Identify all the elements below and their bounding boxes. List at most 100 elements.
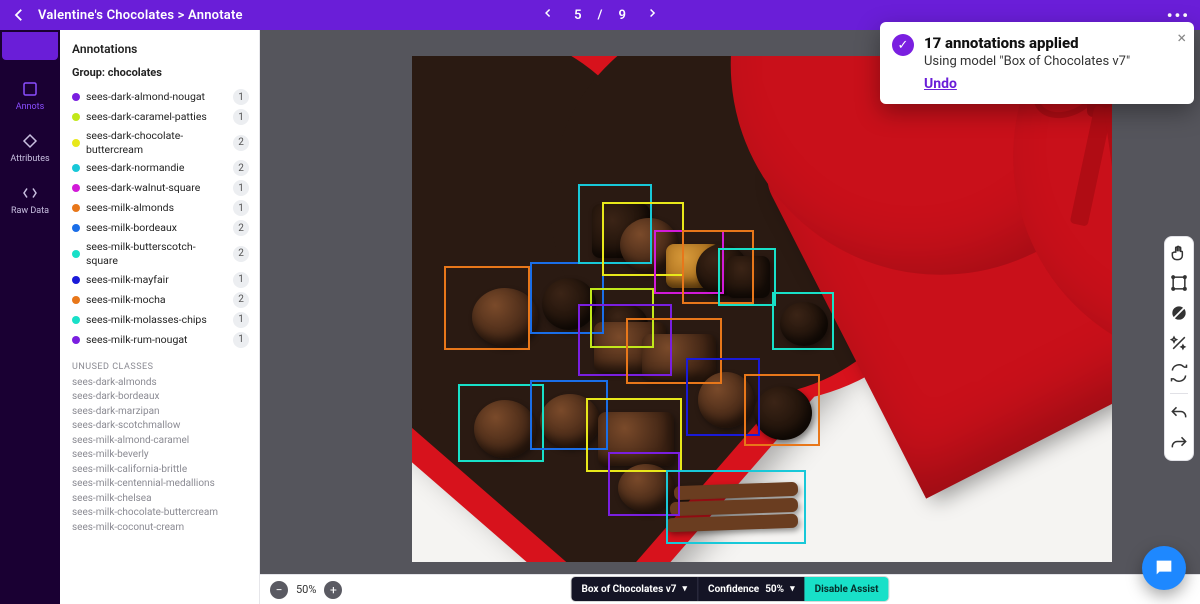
unused-class[interactable]: sees-milk-centennial-medallions bbox=[72, 477, 249, 492]
unused-class[interactable]: sees-milk-beverly bbox=[72, 448, 249, 463]
class-name: sees-milk-molasses-chips bbox=[86, 313, 227, 327]
class-row[interactable]: sees-milk-almonds 1 bbox=[72, 198, 249, 218]
class-row[interactable]: sees-dark-chocolate-buttercream 2 bbox=[72, 127, 249, 158]
sidebar-title: Annotations bbox=[72, 42, 249, 56]
unused-class[interactable]: sees-milk-almond-caramel bbox=[72, 434, 249, 449]
zoom-controls: − 50% + bbox=[270, 581, 342, 599]
class-count: 2 bbox=[233, 292, 249, 308]
chevron-down-icon: ▾ bbox=[683, 584, 688, 594]
rail-item-annots[interactable]: Annots bbox=[0, 70, 60, 122]
class-color-dot bbox=[72, 276, 80, 284]
confidence-value: 50% bbox=[765, 584, 784, 595]
class-row[interactable]: sees-milk-butterscotch-square 2 bbox=[72, 238, 249, 269]
rail-item-attributes[interactable]: Attributes bbox=[0, 122, 60, 174]
unused-class[interactable]: sees-dark-marzipan bbox=[72, 405, 249, 420]
annotation-box[interactable] bbox=[772, 292, 834, 350]
magic-wand-tool[interactable] bbox=[1169, 333, 1189, 353]
bottom-bar: − 50% + Box of Chocolates v7 ▾ Confidenc… bbox=[260, 574, 1200, 604]
class-count: 2 bbox=[233, 135, 249, 151]
polygon-tool[interactable] bbox=[1169, 303, 1189, 323]
class-name: sees-milk-almonds bbox=[86, 201, 227, 215]
app-logo bbox=[2, 32, 58, 60]
toast-undo-link[interactable]: Undo bbox=[924, 76, 957, 92]
class-count: 1 bbox=[233, 200, 249, 216]
unused-class[interactable]: sees-milk-chocolate-buttercream bbox=[72, 506, 249, 521]
model-assist-bar: Box of Chocolates v7 ▾ Confidence 50% ▾ … bbox=[571, 577, 888, 601]
pager-prev[interactable] bbox=[538, 3, 558, 27]
confidence-select[interactable]: Confidence 50% ▾ bbox=[697, 577, 805, 601]
class-color-dot bbox=[72, 93, 80, 101]
assist-label: Disable Assist bbox=[815, 584, 879, 595]
class-name: sees-milk-rum-nougat bbox=[86, 333, 227, 347]
unused-class[interactable]: sees-milk-california-brittle bbox=[72, 463, 249, 478]
confidence-label: Confidence bbox=[708, 584, 759, 595]
rail-label: Attributes bbox=[10, 154, 49, 164]
image-stage[interactable] bbox=[412, 56, 1112, 562]
unused-class[interactable]: sees-dark-bordeaux bbox=[72, 390, 249, 405]
rail-item-rawdata[interactable]: Raw Data bbox=[0, 174, 60, 226]
model-label: Box of Chocolates v7 bbox=[581, 584, 676, 595]
unused-class[interactable]: sees-milk-coconut-cream bbox=[72, 521, 249, 536]
class-name: sees-milk-mayfair bbox=[86, 273, 227, 287]
pan-tool[interactable] bbox=[1169, 243, 1189, 263]
redo-button[interactable] bbox=[1169, 434, 1189, 454]
disable-assist-button[interactable]: Disable Assist bbox=[805, 577, 889, 601]
pager-current: 5 bbox=[574, 8, 581, 23]
class-row[interactable]: sees-milk-rum-nougat 1 bbox=[72, 330, 249, 350]
class-row[interactable]: sees-dark-normandie 2 bbox=[72, 158, 249, 178]
class-row[interactable]: sees-dark-almond-nougat 1 bbox=[72, 87, 249, 107]
zoom-out-button[interactable]: − bbox=[270, 581, 288, 599]
chat-button[interactable] bbox=[1142, 546, 1186, 590]
class-row[interactable]: sees-milk-mocha 2 bbox=[72, 290, 249, 310]
class-count: 1 bbox=[233, 332, 249, 348]
chevron-down-icon: ▾ bbox=[790, 584, 795, 594]
annotation-box[interactable] bbox=[744, 374, 820, 446]
pager-next[interactable] bbox=[642, 3, 662, 27]
back-button[interactable] bbox=[10, 6, 28, 24]
rail-label: Annots bbox=[16, 102, 45, 112]
repeat-tool[interactable] bbox=[1169, 363, 1189, 383]
model-select[interactable]: Box of Chocolates v7 ▾ bbox=[571, 577, 697, 601]
class-row[interactable]: sees-dark-walnut-square 1 bbox=[72, 178, 249, 198]
class-color-dot bbox=[72, 139, 80, 147]
class-row[interactable]: sees-milk-molasses-chips 1 bbox=[72, 310, 249, 330]
class-color-dot bbox=[72, 113, 80, 121]
group-label: Group: chocolates bbox=[72, 66, 249, 79]
class-row[interactable]: sees-milk-bordeaux 2 bbox=[72, 218, 249, 238]
class-row[interactable]: sees-milk-mayfair 1 bbox=[72, 270, 249, 290]
unused-class[interactable]: sees-dark-almonds bbox=[72, 376, 249, 391]
class-color-dot bbox=[72, 336, 80, 344]
class-count: 1 bbox=[233, 109, 249, 125]
class-name: sees-dark-chocolate-buttercream bbox=[86, 129, 227, 156]
class-color-dot bbox=[72, 250, 80, 258]
left-rail: Annots Attributes Raw Data bbox=[0, 30, 60, 604]
class-color-dot bbox=[72, 296, 80, 304]
class-color-dot bbox=[72, 224, 80, 232]
unused-class[interactable]: sees-milk-chelsea bbox=[72, 492, 249, 507]
undo-button[interactable] bbox=[1169, 404, 1189, 424]
toast-close-button[interactable]: × bbox=[1177, 28, 1186, 47]
unused-class[interactable]: sees-dark-scotchmallow bbox=[72, 419, 249, 434]
class-color-dot bbox=[72, 316, 80, 324]
class-count: 2 bbox=[233, 246, 249, 262]
annotation-box[interactable] bbox=[666, 470, 806, 544]
breadcrumb: Valentine's Chocolates > Annotate bbox=[38, 8, 243, 23]
class-count: 1 bbox=[233, 89, 249, 105]
class-row[interactable]: sees-dark-caramel-patties 1 bbox=[72, 107, 249, 127]
canvas[interactable]: − 50% + Box of Chocolates v7 ▾ Confidenc… bbox=[260, 30, 1200, 604]
class-count: 2 bbox=[233, 220, 249, 236]
zoom-in-button[interactable]: + bbox=[324, 581, 342, 599]
class-name: sees-dark-almond-nougat bbox=[86, 90, 227, 104]
toast-title: 17 annotations applied bbox=[924, 34, 1180, 52]
zoom-value: 50% bbox=[296, 583, 316, 596]
bbox-tool[interactable] bbox=[1169, 273, 1189, 293]
class-name: sees-dark-walnut-square bbox=[86, 181, 227, 195]
rail-label: Raw Data bbox=[11, 206, 49, 216]
class-name: sees-milk-mocha bbox=[86, 293, 227, 307]
class-count: 1 bbox=[233, 272, 249, 288]
class-count: 1 bbox=[233, 180, 249, 196]
pager: 5 / 9 bbox=[538, 3, 662, 27]
annotation-box[interactable] bbox=[718, 248, 776, 306]
check-icon: ✓ bbox=[892, 34, 914, 56]
annotation-box[interactable] bbox=[444, 266, 530, 350]
